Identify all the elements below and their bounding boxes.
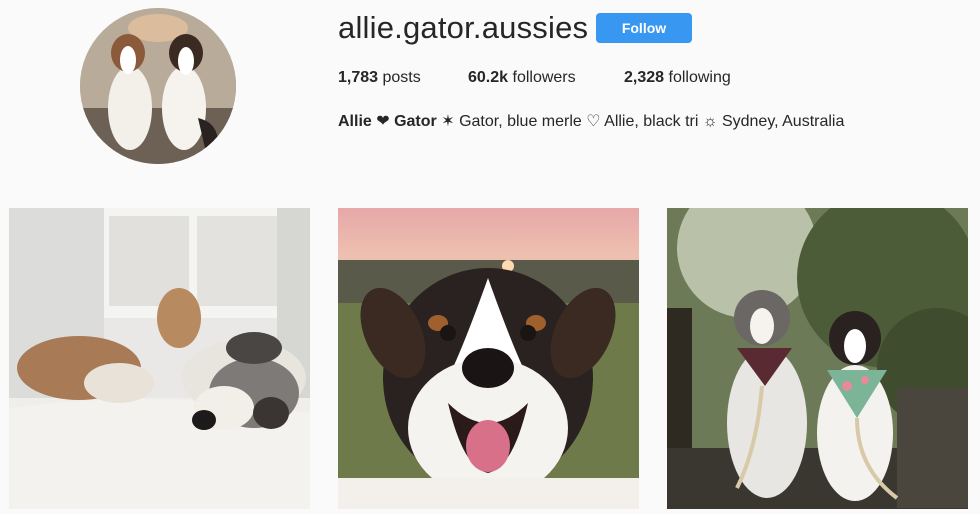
post-thumbnail-2[interactable] xyxy=(338,208,639,509)
following-stat[interactable]: 2,328 following xyxy=(624,69,731,87)
posts-label: posts xyxy=(382,69,421,86)
posts-count: 1,783 xyxy=(338,69,379,86)
following-count: 2,328 xyxy=(624,69,665,86)
posts-stat: 1,783 posts xyxy=(338,69,421,87)
followers-stat[interactable]: 60.2k followers xyxy=(468,69,576,87)
profile-avatar[interactable] xyxy=(80,8,236,164)
avatar-photo xyxy=(80,8,236,164)
bio-text: ✶ Gator, blue merle ♡ Allie, black tri ☼… xyxy=(436,113,845,130)
post-photo-sleeping-dog xyxy=(9,208,310,509)
profile-username: allie.gator.aussies xyxy=(338,10,589,45)
post-thumbnail-1[interactable] xyxy=(9,208,310,509)
post-photo-smiling-dog xyxy=(338,208,639,509)
bio-name: Allie ❤ Gator xyxy=(338,113,437,130)
profile-bio: Allie ❤ Gator ✶ Gator, blue merle ♡ Alli… xyxy=(338,111,844,131)
followers-count: 60.2k xyxy=(468,69,509,86)
post-thumbnail-3[interactable] xyxy=(667,208,968,509)
post-photo-two-dogs xyxy=(667,208,968,509)
followers-label: followers xyxy=(512,69,576,86)
following-label: following xyxy=(668,69,731,86)
follow-button[interactable]: Follow xyxy=(596,13,692,43)
